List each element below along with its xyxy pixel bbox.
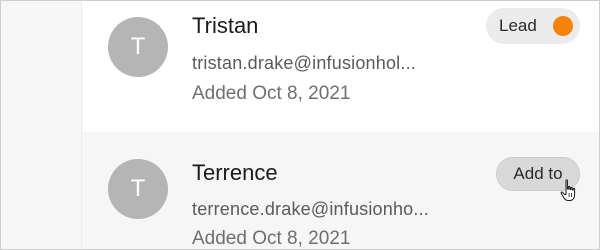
left-rail — [1, 1, 82, 249]
contact-list: T Tristan tristan.drake@infusionhol... A… — [82, 1, 599, 249]
lead-status-dot-icon — [553, 16, 573, 36]
contact-row-terrence[interactable]: T Terrence terrence.drake@infusionho... … — [82, 132, 599, 249]
lead-status-label: Lead — [499, 16, 537, 35]
avatar: T — [108, 17, 168, 77]
contact-row-tristan[interactable]: T Tristan tristan.drake@infusionhol... A… — [82, 1, 599, 132]
contact-email: tristan.drake@infusionhol... — [192, 53, 416, 73]
avatar-initial: T — [130, 33, 146, 60]
contact-added-date: Added Oct 8, 2021 — [192, 228, 351, 249]
avatar: T — [108, 159, 168, 219]
avatar-initial: T — [130, 175, 146, 202]
contact-email: terrence.drake@infusionho... — [192, 199, 429, 219]
lead-status-badge[interactable]: Lead — [486, 8, 580, 44]
contacts-panel: T Tristan tristan.drake@infusionhol... A… — [0, 0, 600, 250]
contact-name: Terrence — [192, 160, 278, 185]
contact-name: Tristan — [192, 13, 259, 38]
contact-added-date: Added Oct 8, 2021 — [192, 83, 351, 104]
hand-pointer-icon — [560, 179, 576, 201]
